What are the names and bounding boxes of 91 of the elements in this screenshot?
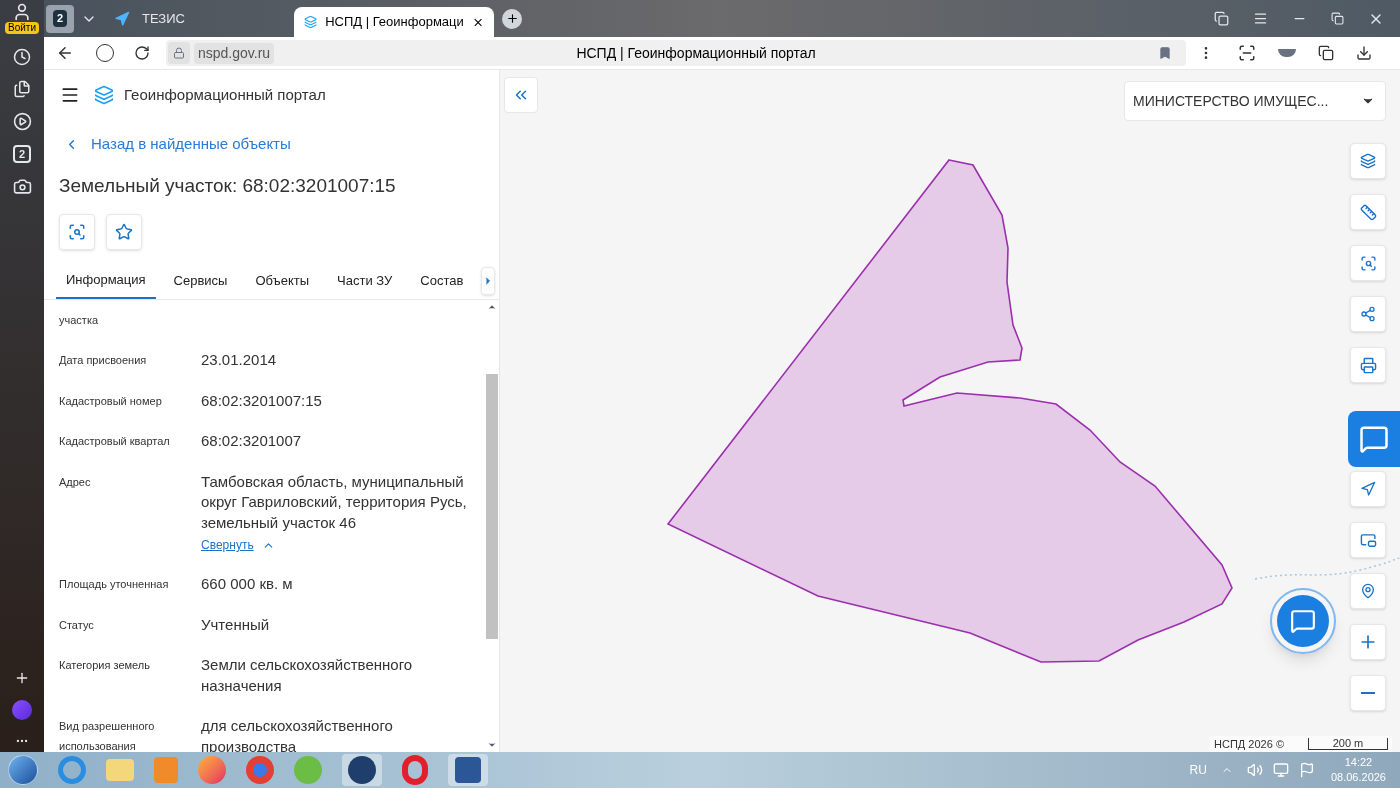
info-tab[interactable]: Сервисы [163, 263, 238, 299]
layer-dropdown[interactable]: МИНИСТЕРСТВО ИМУЩЕС... [1124, 81, 1386, 121]
minimap-button[interactable] [1350, 522, 1386, 558]
field-value: 23.01.2014 [201, 350, 277, 370]
share-button[interactable] [1350, 296, 1386, 332]
field-value: 68:02:3201007:15 [201, 390, 322, 411]
history-icon[interactable] [13, 48, 31, 66]
back-link[interactable]: Назад в найденные объекты [91, 133, 291, 156]
opera-icon[interactable] [402, 755, 428, 785]
info-tab[interactable]: Состав [410, 263, 474, 299]
add-icon[interactable] [14, 670, 30, 686]
field-label: Адрес [59, 474, 92, 490]
extension-icon[interactable] [1238, 44, 1256, 62]
navigation-button[interactable] [1350, 471, 1386, 507]
collapse-link[interactable]: Свернуть [201, 536, 275, 554]
info-tab[interactable]: Информация [56, 263, 156, 299]
field-label: Дата присвоения [59, 353, 148, 368]
site-icon [114, 10, 130, 27]
minus-icon [1361, 692, 1375, 694]
info-tab[interactable]: Части ЗУ [327, 263, 403, 299]
chat-button[interactable] [1270, 588, 1336, 654]
extension-icon[interactable] [1318, 45, 1334, 61]
menu-icon[interactable] [60, 85, 80, 105]
back-icon[interactable] [56, 44, 74, 62]
site-icon [304, 15, 318, 29]
print-button[interactable] [1350, 347, 1386, 383]
zoom-out-button[interactable] [1350, 675, 1386, 711]
scroll-down-icon[interactable] [487, 740, 497, 750]
info-tab[interactable]: Объекты [245, 263, 320, 299]
field-label: участка [59, 313, 100, 328]
restore-icon[interactable] [1331, 12, 1344, 25]
chat-icon [1290, 608, 1316, 634]
object-heading: Земельный участок: 68:02:3201007:15 [58, 173, 397, 198]
reload-icon[interactable] [134, 45, 150, 61]
field-value: Тамбовская область, муниципальный округ Гавриловский, территория Русь, земельный участок 46 [201, 471, 468, 533]
logo-icon [94, 85, 114, 105]
avatar-icon[interactable] [12, 2, 32, 22]
field-value: Земли сельскохозяйственного назначения [201, 655, 414, 696]
navigation-arrow-icon [1360, 481, 1376, 497]
area-search-icon [1359, 254, 1377, 272]
speech-bubble-icon [1359, 424, 1389, 454]
field-value: 660 000 кв. м [201, 574, 293, 594]
area-search-button[interactable] [1350, 245, 1386, 281]
field-label: Статус [59, 617, 95, 633]
tab-title: НСПД | Геоинформаци [325, 13, 464, 32]
collapse-panel-button[interactable] [504, 77, 538, 113]
bookmark-icon[interactable] [1158, 46, 1172, 60]
field-label: Вид разрешенного использования [59, 719, 156, 754]
field-value: для сельскохозяйственного производства [201, 716, 394, 757]
map-pin-icon [1360, 583, 1376, 599]
field-label: Площадь уточненная [59, 577, 170, 592]
locate-button[interactable] [59, 214, 95, 250]
field-label: Категория земель [59, 658, 151, 673]
favorite-button[interactable] [106, 214, 142, 250]
collections-icon[interactable] [13, 80, 31, 98]
browser-tab[interactable]: НСПД | Геоинформаци [294, 7, 494, 37]
login-badge[interactable]: Войти [5, 22, 39, 34]
location-search-button[interactable] [1350, 573, 1386, 609]
minimap-icon [1359, 531, 1377, 549]
field-label: Кадастровый номер [59, 393, 163, 409]
star-icon [115, 223, 133, 241]
tab-counter[interactable]: 2 [46, 4, 74, 33]
new-tab-button[interactable] [502, 8, 522, 29]
url-text: nspd.gov.ru [194, 42, 275, 64]
counter-badge[interactable]: 2 [13, 145, 31, 163]
share-icon [1360, 306, 1376, 322]
field-label: Кадастровый квартал [59, 434, 171, 449]
browser-tab[interactable]: ТЕЗИС [104, 3, 254, 34]
collections-icon[interactable] [1214, 11, 1229, 26]
page-title: НСПД | Геоинформационный портал [575, 43, 817, 63]
ruler-icon [1359, 203, 1377, 221]
locate-icon [68, 223, 86, 241]
app-title: Геоинформационный портал [124, 84, 326, 105]
tab-title: ТЕЗИС [142, 9, 186, 28]
video-icon[interactable] [12, 112, 32, 131]
field-value: Учтенный [201, 614, 270, 635]
layers-button[interactable] [1350, 143, 1386, 179]
layers-icon [1360, 153, 1376, 169]
plus-icon [505, 12, 519, 25]
copyright-text: НСПД 2026 © [1214, 736, 1284, 752]
screenshot-icon[interactable] [12, 177, 32, 196]
ruler-button[interactable] [1350, 194, 1386, 230]
scroll-up-icon[interactable] [487, 302, 497, 312]
printer-icon [1359, 356, 1377, 374]
lock-icon [173, 47, 185, 59]
field-value: 68:02:3201007 [201, 431, 302, 451]
address-bar[interactable]: nspd.gov.ru НСПД | Геоинформационный портал [166, 40, 1186, 66]
zoom-in-button[interactable] [1350, 624, 1386, 660]
download-icon[interactable] [1356, 45, 1372, 61]
scale-bar: 200 m [1308, 737, 1388, 750]
map-tool-button[interactable] [1348, 411, 1400, 467]
